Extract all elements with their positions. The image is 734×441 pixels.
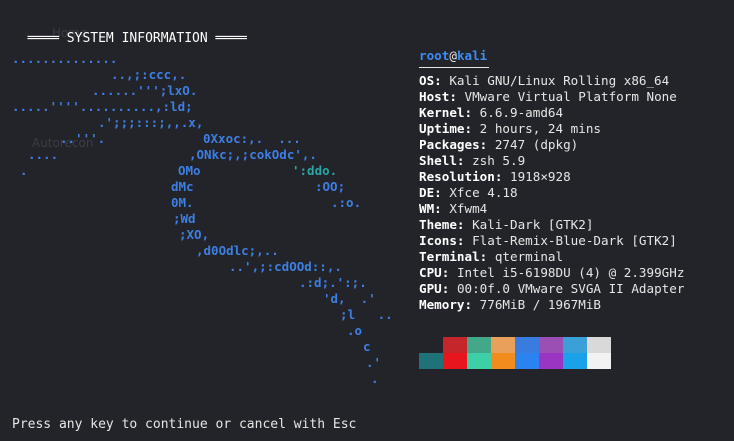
info-row-os: OS: Kali GNU/Linux Rolling x86_64: [419, 73, 684, 89]
ascii-line: .': [366, 355, 382, 370]
info-row-cpu: CPU: Intel i5-6198DU (4) @ 2.399GHz: [419, 265, 684, 281]
color-swatch: [491, 353, 515, 369]
info-value: Xfwm4: [449, 201, 488, 216]
palette-row-normal: [419, 337, 611, 353]
color-swatch: [587, 337, 611, 353]
ascii-line: .:d;.':;.: [299, 275, 367, 290]
username: root: [419, 48, 450, 63]
ascii-line: .....''''..........,:ld;: [12, 99, 193, 114]
info-value: Flat-Remix-Blue-Dark [GTK2]: [472, 233, 677, 248]
ascii-line: ..,;:ccc,.: [111, 67, 187, 82]
info-value: 1918×928: [510, 169, 571, 184]
ascii-line: 'd, .': [323, 291, 376, 306]
info-key: Terminal:: [419, 249, 488, 264]
color-swatch: [539, 337, 563, 353]
ascii-line: dMc: [171, 179, 194, 194]
system-info-panel: root@kali OS: Kali GNU/Linux Rolling x86…: [419, 48, 684, 313]
color-swatch: [563, 337, 587, 353]
info-row-gpu: GPU: 00:0f.0 VMware SVGA II Adapter: [419, 281, 684, 297]
info-row-wm: WM: Xfwm4: [419, 201, 684, 217]
info-row-icons: Icons: Flat-Remix-Blue-Dark [GTK2]: [419, 233, 684, 249]
info-key: OS:: [419, 73, 442, 88]
info-row-resolution: Resolution: 1918×928: [419, 169, 684, 185]
ascii-line: ..............: [12, 51, 118, 66]
info-row-terminal: Terminal: qterminal: [419, 249, 684, 265]
ascii-line: .o: [347, 323, 363, 338]
info-value: Xfce 4.18: [449, 185, 518, 200]
ascii-line: ;l ..: [340, 307, 393, 322]
info-key: Packages:: [419, 137, 488, 152]
info-value: zsh 5.9: [472, 153, 526, 168]
title-underline: [419, 67, 489, 68]
hostname: kali: [456, 48, 488, 63]
ascii-line: :OO;: [315, 179, 346, 194]
ascii-line: ;XO,: [179, 227, 210, 242]
color-swatch: [443, 353, 467, 369]
color-swatch: [491, 337, 515, 353]
info-value: Kali-Dark [GTK2]: [472, 217, 594, 232]
at-sign: @: [449, 48, 457, 63]
palette-row-bright: [419, 353, 611, 369]
info-row-de: DE: Xfce 4.18: [419, 185, 684, 201]
ascii-line: c: [363, 339, 371, 354]
color-swatch: [419, 353, 443, 369]
color-swatch: [563, 353, 587, 369]
color-palette: [419, 337, 611, 369]
info-row-uptime: Uptime: 2 hours, 24 mins: [419, 121, 684, 137]
info-key: Theme:: [419, 217, 465, 232]
info-row-shell: Shell: zsh 5.9: [419, 153, 684, 169]
ascii-line: 0Xxoc:,. ...: [203, 131, 301, 146]
color-swatch: [419, 337, 443, 353]
info-key: Shell:: [419, 153, 465, 168]
ascii-line: .: [20, 163, 28, 178]
info-value: Intel i5-6198DU (4) @ 2.399GHz: [456, 265, 685, 280]
info-key: WM:: [419, 201, 442, 216]
ascii-line: .:o.: [331, 195, 362, 210]
continue-prompt: Press any key to continue or cancel with…: [12, 417, 357, 432]
info-value: 2 hours, 24 mins: [479, 121, 601, 136]
ascii-line: ,d0Odlc;,..: [196, 243, 279, 258]
kali-ascii-logo: .............. ..,;:ccc,. ......''';lxO.…: [0, 0, 410, 395]
info-value: Kali GNU/Linux Rolling x86_64: [449, 73, 670, 88]
info-key: DE:: [419, 185, 442, 200]
info-value: 2747 (dpkg): [494, 137, 579, 152]
info-row-theme: Theme: Kali-Dark [GTK2]: [419, 217, 684, 233]
info-key: Uptime:: [419, 121, 473, 136]
color-swatch: [515, 353, 539, 369]
ascii-line: ..',;:cdOOd::,.: [229, 259, 342, 274]
ascii-line: ':ddo.: [292, 163, 338, 178]
info-row-host: Host: VMware Virtual Platform None: [419, 89, 684, 105]
info-value: 776MiB / 1967MiB: [479, 297, 601, 312]
color-swatch: [443, 337, 467, 353]
info-key: Kernel:: [419, 105, 473, 120]
info-key: CPU:: [419, 265, 450, 280]
color-swatch: [587, 353, 611, 369]
ascii-line: ....: [28, 147, 59, 162]
info-key: Resolution:: [419, 169, 503, 184]
info-row-kernel: Kernel: 6.6.9-amd64: [419, 105, 684, 121]
info-value: qterminal: [494, 249, 564, 264]
info-key: Host:: [419, 89, 457, 104]
info-value: VMware Virtual Platform None: [464, 89, 677, 104]
ascii-line: ;Wd: [173, 211, 196, 226]
info-key: Memory:: [419, 297, 473, 312]
info-key: GPU:: [419, 281, 450, 296]
color-swatch: [539, 353, 563, 369]
ascii-line: ..'''.: [60, 131, 106, 146]
info-value: 00:0f.0 VMware SVGA II Adapter: [456, 281, 685, 296]
color-swatch: [467, 353, 491, 369]
ascii-line: 0M.: [171, 195, 194, 210]
color-swatch: [515, 337, 539, 353]
ascii-line: OMo: [178, 163, 201, 178]
info-value: 6.6.9-amd64: [479, 105, 564, 120]
info-key: Icons:: [419, 233, 465, 248]
ascii-line: ......''';lxO.: [92, 83, 198, 98]
user-host-title: root@kali: [419, 48, 684, 64]
ascii-line: .: [371, 371, 379, 386]
ascii-line: .';;;:::;,,.x,: [98, 115, 204, 130]
color-swatch: [467, 337, 491, 353]
info-row-memory: Memory: 776MiB / 1967MiB: [419, 297, 684, 313]
info-row-packages: Packages: 2747 (dpkg): [419, 137, 684, 153]
ascii-line: ,ONkc;,;cokOdc',.: [189, 147, 317, 162]
